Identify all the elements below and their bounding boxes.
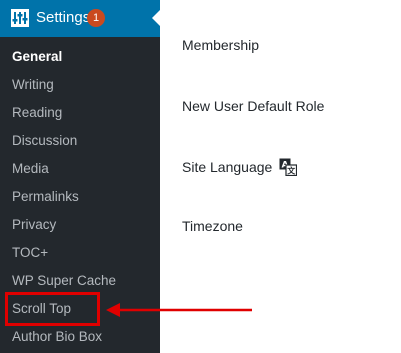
annotation-arrow [106, 303, 252, 317]
